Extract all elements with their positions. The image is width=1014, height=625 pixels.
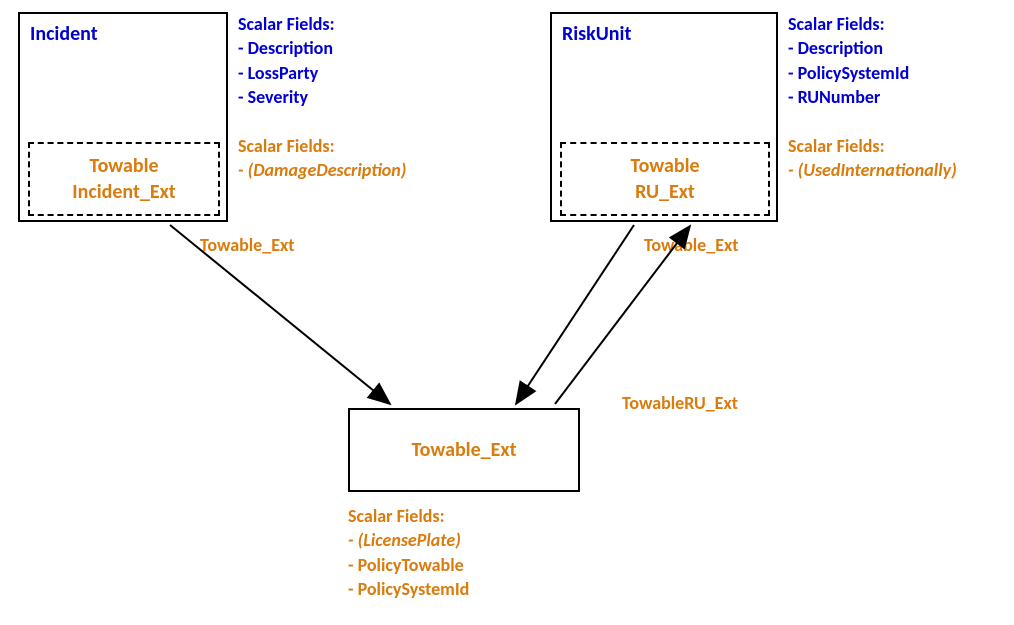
towable-scalar-header: Scalar Fields: [348, 504, 469, 528]
riskunit-field-2: - PolicySystemId [788, 61, 909, 85]
towable-field-2: - PolicyTowable [348, 553, 469, 577]
riskunit-ext-box: Towable RU_Ext [560, 142, 770, 216]
incident-scalar-header: Scalar Fields: [238, 12, 335, 36]
towable-ext-title: Towable_Ext [412, 437, 517, 463]
incident-ext-field-1: - (DamageDescription) [238, 158, 406, 182]
riskunit-ext-scalar-fields: Scalar Fields: - (UsedInternationally) [788, 134, 957, 183]
riskunit-ext-line2: RU_Ext [635, 179, 695, 205]
incident-ext-scalar-header: Scalar Fields: [238, 134, 406, 158]
rel-towable-to-riskunit: TowableRU_Ext [622, 392, 738, 414]
riskunit-field-1: - Description [788, 36, 909, 60]
riskunit-scalar-fields: Scalar Fields: - Description - PolicySys… [788, 12, 909, 109]
towable-ext-box: Towable_Ext [348, 408, 580, 492]
riskunit-field-3: - RUNumber [788, 85, 909, 109]
riskunit-ext-line1: Towable [630, 153, 699, 179]
rel-incident-to-towable: Towable_Ext [200, 234, 295, 256]
incident-ext-scalar-fields: Scalar Fields: - (DamageDescription) [238, 134, 406, 183]
riskunit-title: RiskUnit [552, 14, 776, 54]
incident-field-3: - Severity [238, 85, 335, 109]
riskunit-ext-field-1: - (UsedInternationally) [788, 158, 957, 182]
rel-riskunit-to-towable: Towable_Ext [644, 234, 739, 256]
incident-box: Incident Towable Incident_Ext [18, 12, 228, 222]
towable-scalar-fields: Scalar Fields: - (LicensePlate) - Policy… [348, 504, 469, 601]
incident-field-1: - Description [238, 36, 335, 60]
riskunit-box: RiskUnit Towable RU_Ext [550, 12, 778, 222]
incident-title: Incident [20, 14, 226, 54]
incident-field-2: - LossParty [238, 61, 335, 85]
towable-field-1: - (LicensePlate) [348, 528, 469, 552]
riskunit-scalar-header: Scalar Fields: [788, 12, 909, 36]
towable-field-3: - PolicySystemId [348, 577, 469, 601]
arrow-riskunit-to-towable [516, 225, 634, 404]
incident-ext-line2: Incident_Ext [72, 179, 175, 205]
incident-scalar-fields: Scalar Fields: - Description - LossParty… [238, 12, 335, 109]
incident-ext-box: Towable Incident_Ext [28, 142, 220, 216]
incident-ext-line1: Towable [89, 153, 158, 179]
riskunit-ext-scalar-header: Scalar Fields: [788, 134, 957, 158]
